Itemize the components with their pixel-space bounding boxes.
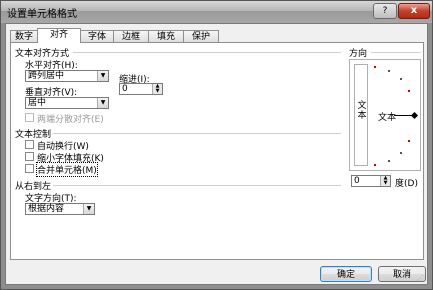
window-title: 设置单元格格式 bbox=[7, 9, 77, 20]
vertical-text-toggle[interactable]: 文本 bbox=[354, 64, 368, 166]
justify-distributed-label: 两端分散对齐(E) bbox=[37, 115, 104, 125]
vertical-value: 居中 bbox=[28, 98, 47, 108]
dial-point-icon[interactable] bbox=[374, 66, 376, 68]
needle-handle-icon[interactable] bbox=[410, 111, 419, 120]
dialog-body: 数字 对齐 字体 边框 填充 保护 文本对齐方式 水平对齐(H): 跨列居中 ▼… bbox=[5, 23, 428, 285]
tab-protection[interactable]: 保护 bbox=[183, 30, 219, 42]
spin-buttons-icon[interactable]: ▲ ▼ bbox=[380, 176, 390, 186]
degrees-stepper[interactable]: 0 ▲ ▼ bbox=[351, 175, 391, 187]
spin-down-icon[interactable]: ▼ bbox=[384, 180, 388, 186]
merge-cells-label: 合并单元格(M) bbox=[36, 162, 98, 177]
section-divider bbox=[53, 133, 341, 134]
section-divider bbox=[371, 52, 421, 53]
dial-point-icon[interactable] bbox=[400, 152, 402, 154]
spin-buttons-icon[interactable]: ▲ ▼ bbox=[152, 84, 162, 94]
horizontal-select[interactable]: 跨列居中 ▼ bbox=[25, 70, 109, 82]
indent-value: 0 bbox=[122, 84, 128, 94]
tab-border[interactable]: 边框 bbox=[113, 30, 149, 42]
vertical-text-label: 文本 bbox=[357, 101, 367, 121]
orientation-box[interactable]: 文本 文本 bbox=[349, 59, 421, 171]
chevron-down-icon[interactable]: ▼ bbox=[97, 71, 108, 81]
degrees-value: 0 bbox=[354, 176, 360, 186]
help-button[interactable]: ? bbox=[373, 3, 397, 19]
resize-grip-icon[interactable]: ⋰ bbox=[417, 274, 425, 282]
dial-point-icon[interactable] bbox=[388, 70, 390, 72]
tab-alignment[interactable]: 对齐 bbox=[37, 28, 81, 43]
vertical-select[interactable]: 居中 ▼ bbox=[25, 97, 109, 109]
shrink-to-fit-checkbox[interactable] bbox=[25, 152, 34, 161]
indent-stepper[interactable]: 0 ▲ ▼ bbox=[119, 83, 163, 95]
wrap-text-checkbox[interactable] bbox=[25, 140, 34, 149]
chevron-down-icon[interactable]: ▼ bbox=[83, 204, 94, 214]
dial-text-label: 文本 bbox=[378, 113, 397, 123]
tab-fill[interactable]: 填充 bbox=[148, 30, 184, 42]
dial-point-icon[interactable] bbox=[408, 90, 410, 92]
orientation-heading: 方向 bbox=[349, 49, 368, 59]
dial-point-icon[interactable] bbox=[374, 164, 376, 166]
format-cells-dialog: 设置单元格格式 ? x 数字 对齐 字体 边框 填充 保护 文本对齐方式 水平对… bbox=[0, 0, 433, 290]
dial-point-icon[interactable] bbox=[388, 160, 390, 162]
text-direction-value: 根据内容 bbox=[28, 204, 65, 214]
merge-cells-checkbox[interactable] bbox=[25, 164, 34, 173]
alignment-panel: 文本对齐方式 水平对齐(H): 跨列居中 ▼ 缩进(I): 0 ▲ ▼ 垂直对齐(… bbox=[10, 42, 424, 260]
tab-number[interactable]: 数字 bbox=[10, 30, 38, 42]
close-button[interactable]: x bbox=[398, 3, 430, 19]
spin-down-icon[interactable]: ▼ bbox=[156, 88, 160, 94]
horizontal-value: 跨列居中 bbox=[28, 71, 65, 81]
dial-point-icon[interactable] bbox=[400, 78, 402, 80]
title-bar[interactable]: 设置单元格格式 ? x bbox=[1, 1, 432, 23]
section-divider bbox=[73, 52, 341, 53]
ok-button[interactable]: 确定 bbox=[320, 266, 372, 282]
degrees-label: 度(D) bbox=[395, 179, 418, 189]
chevron-down-icon[interactable]: ▼ bbox=[97, 98, 108, 108]
text-direction-select[interactable]: 根据内容 ▼ bbox=[25, 203, 95, 215]
section-divider bbox=[53, 185, 341, 186]
justify-distributed-checkbox[interactable] bbox=[25, 113, 34, 122]
tab-font[interactable]: 字体 bbox=[80, 30, 114, 42]
dial-point-icon[interactable] bbox=[408, 140, 410, 142]
